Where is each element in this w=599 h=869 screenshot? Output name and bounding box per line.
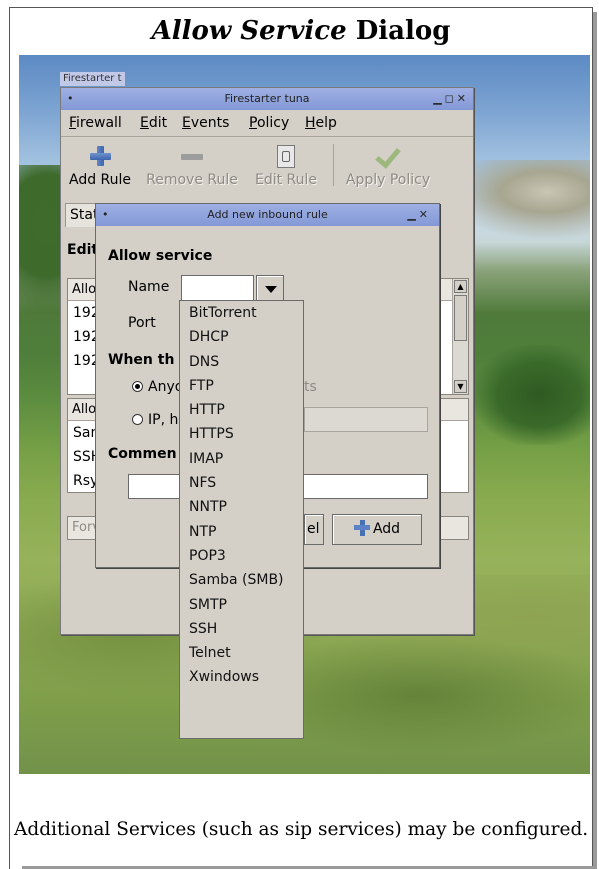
comment-label: Commen xyxy=(108,446,177,462)
main-window-title: Firestarter tuna xyxy=(224,92,310,105)
plus-icon xyxy=(353,520,370,536)
allow-service-heading: Allow service xyxy=(108,248,213,264)
dropdown-option[interactable]: BitTorrent xyxy=(180,301,303,325)
window-controls[interactable]: ▁◻✕ xyxy=(433,88,469,110)
taskbar-window-label[interactable]: Firestarter t xyxy=(60,72,125,86)
scrollbar-thumb[interactable] xyxy=(454,295,467,341)
service-dropdown-list[interactable]: BitTorrent DHCP DNS FTP HTTP HTTPS IMAP … xyxy=(179,300,304,739)
name-label: Name xyxy=(128,279,170,295)
dropdown-option[interactable]: Xwindows xyxy=(180,665,303,689)
toolbar-separator xyxy=(333,144,334,186)
apply-policy-button[interactable]: Apply Policy xyxy=(341,138,435,196)
toolbar: Add Rule Remove Rule Edit Rule Apply Pol… xyxy=(61,138,473,196)
when-source-heading: When th xyxy=(108,352,175,368)
dropdown-option[interactable]: HTTPS xyxy=(180,422,303,446)
menu-edit[interactable]: Edit xyxy=(140,112,167,134)
radio-ip-host[interactable]: IP, h xyxy=(132,410,178,430)
cancel-button[interactable]: el xyxy=(304,514,324,545)
plus-icon xyxy=(88,144,112,168)
remove-rule-button[interactable]: Remove Rule xyxy=(141,138,243,196)
chevron-down-icon[interactable] xyxy=(256,275,284,301)
dropdown-option[interactable]: DHCP xyxy=(180,325,303,349)
dropdown-option[interactable]: DNS xyxy=(180,350,303,374)
check-icon xyxy=(375,144,401,168)
radio-checked-icon xyxy=(132,381,143,392)
dropdown-option[interactable]: NFS xyxy=(180,471,303,495)
dropdown-option[interactable]: IMAP xyxy=(180,447,303,471)
edit-icon xyxy=(277,144,295,168)
port-label: Port xyxy=(128,315,156,331)
scroll-up-icon[interactable]: ▲ xyxy=(454,280,467,293)
dropdown-option[interactable]: HTTP xyxy=(180,398,303,422)
menu-separator xyxy=(61,136,473,137)
frame-shadow xyxy=(593,12,597,869)
vertical-scrollbar[interactable]: ▲ ▼ xyxy=(452,279,468,394)
menubar: Firewall Edit Events Policy Help xyxy=(61,112,473,134)
section-title: Edit xyxy=(67,242,99,258)
minus-icon xyxy=(181,144,203,168)
lan-hosts-label: ts xyxy=(304,379,317,395)
menu-help[interactable]: Help xyxy=(305,112,337,134)
radio-unchecked-icon xyxy=(132,414,143,425)
menu-firewall[interactable]: Firewall xyxy=(69,112,122,134)
service-name-input[interactable] xyxy=(181,275,254,301)
dropdown-option[interactable]: NTP xyxy=(180,520,303,544)
scroll-down-icon[interactable]: ▼ xyxy=(454,380,467,393)
page-title: Allow Service Dialog xyxy=(151,16,451,46)
window-menu-icon[interactable]: • xyxy=(67,88,74,110)
dropdown-option[interactable]: FTP xyxy=(180,374,303,398)
dialog-titlebar[interactable]: • Add new inbound rule ▁✕ xyxy=(96,204,439,226)
main-window-titlebar[interactable]: • Firestarter tuna ▁◻✕ xyxy=(61,88,473,110)
radio-anyone[interactable]: Anyo xyxy=(132,377,183,397)
dialog-title: Add new inbound rule xyxy=(207,208,328,221)
dropdown-option[interactable]: POP3 xyxy=(180,544,303,568)
caption-text: Additional Services (such as sip service… xyxy=(14,819,589,840)
add-rule-button[interactable]: Add Rule xyxy=(65,138,135,196)
ip-host-input[interactable] xyxy=(304,407,428,432)
window-menu-icon[interactable]: • xyxy=(102,204,109,226)
add-button[interactable]: Add xyxy=(332,514,422,545)
menu-policy[interactable]: Policy xyxy=(249,112,289,134)
dropdown-option[interactable]: NNTP xyxy=(180,495,303,519)
edit-rule-button[interactable]: Edit Rule xyxy=(251,138,321,196)
dropdown-option[interactable]: Samba (SMB) xyxy=(180,568,303,592)
dropdown-option[interactable]: SMTP xyxy=(180,593,303,617)
dropdown-option[interactable]: SSH xyxy=(180,617,303,641)
menu-events[interactable]: Events xyxy=(182,112,229,134)
window-controls[interactable]: ▁✕ xyxy=(407,204,431,226)
dropdown-option[interactable]: Telnet xyxy=(180,641,303,665)
